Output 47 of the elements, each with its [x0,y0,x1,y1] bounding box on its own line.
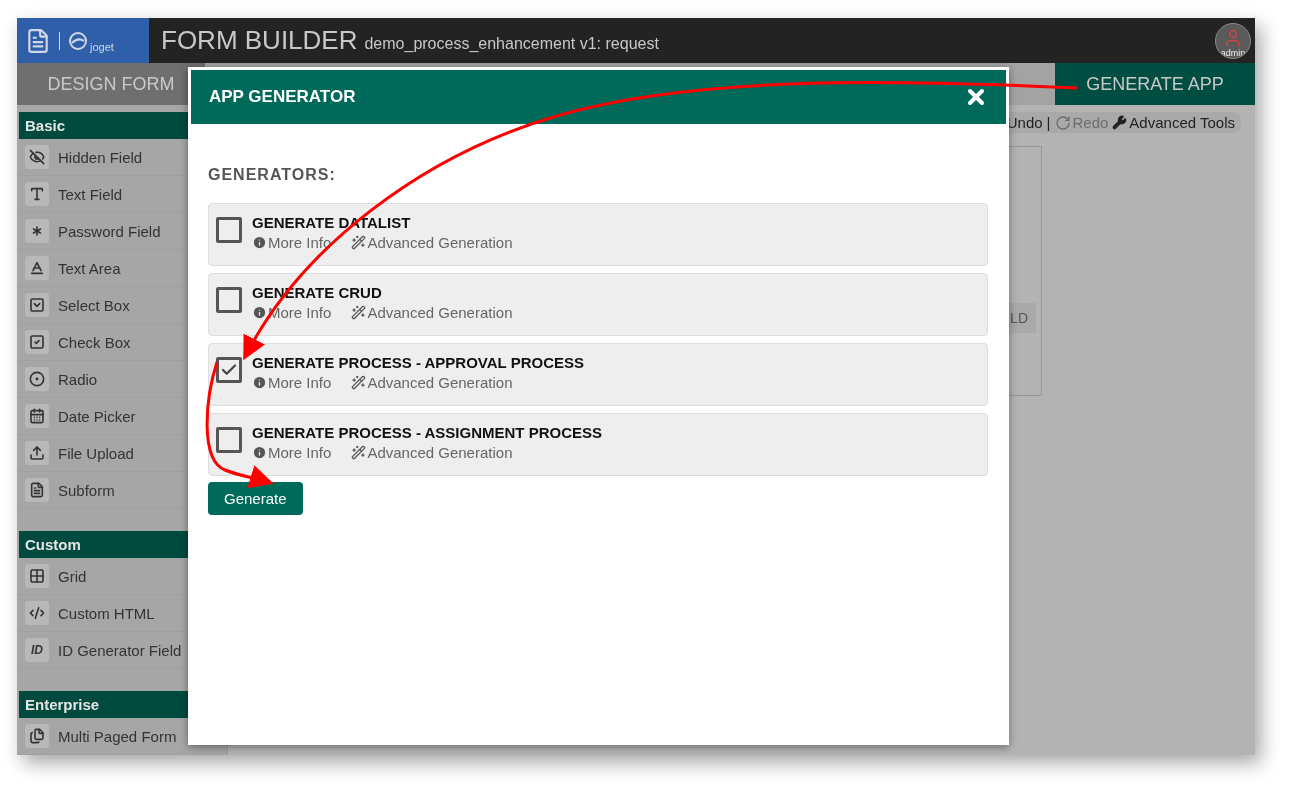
checkbox[interactable] [216,217,242,243]
html-icon [25,601,49,625]
advanced-generation-link[interactable]: Advanced Generation [351,374,513,391]
more-info-link[interactable]: More Info [252,374,332,391]
app-title: FORM BUILDER [161,25,358,56]
text-icon [25,182,49,206]
advanced-tools-button[interactable]: Advanced Tools [1112,114,1235,131]
info-icon [252,235,267,250]
advanced-generation-link[interactable]: Advanced Generation [351,444,513,461]
password-icon [25,219,49,243]
advanced-generation-link[interactable]: Advanced Generation [351,304,513,321]
generator-title: GENERATE PROCESS - ASSIGNMENT PROCESS [252,424,603,441]
info-icon [252,305,267,320]
form-subtitle: demo_process_enhancement v1: request [364,34,659,53]
checkbox[interactable] [216,427,242,453]
generate-button[interactable]: Generate [208,482,303,515]
magic-wand-icon [351,235,367,250]
textarea-icon [25,256,49,280]
tab[interactable]: DESIGN FORM [17,63,205,105]
radio-icon [25,367,49,391]
hidden-icon [25,145,49,169]
more-info-link[interactable]: More Info [252,444,332,461]
logo-text: joget [90,41,114,53]
id-badge-icon: ID [25,638,49,662]
generator-title: GENERATE PROCESS - APPROVAL PROCESS [252,354,584,371]
multipage-icon [25,724,49,748]
wrench-icon [1112,115,1128,130]
info-icon [252,445,267,460]
checkbox[interactable] [216,287,242,313]
checkbox[interactable] [216,357,242,383]
tab[interactable]: GENERATE APP [1055,63,1255,105]
grid-icon [25,564,49,588]
date-icon [25,404,49,428]
magic-wand-icon [351,305,367,320]
advanced-generation-link[interactable]: Advanced Generation [351,234,513,251]
magic-wand-icon [351,445,367,460]
magic-wand-icon [351,375,367,390]
dialog-title: APP GENERATOR [209,87,356,107]
info-icon [252,375,267,390]
redo-icon [1054,114,1071,131]
subform-icon [25,478,49,502]
upload-icon [25,441,49,465]
checkbox-icon [25,330,49,354]
select-icon [25,293,49,317]
logo-icon [68,30,88,51]
document-icon [25,27,51,54]
separator: | [1046,114,1051,131]
